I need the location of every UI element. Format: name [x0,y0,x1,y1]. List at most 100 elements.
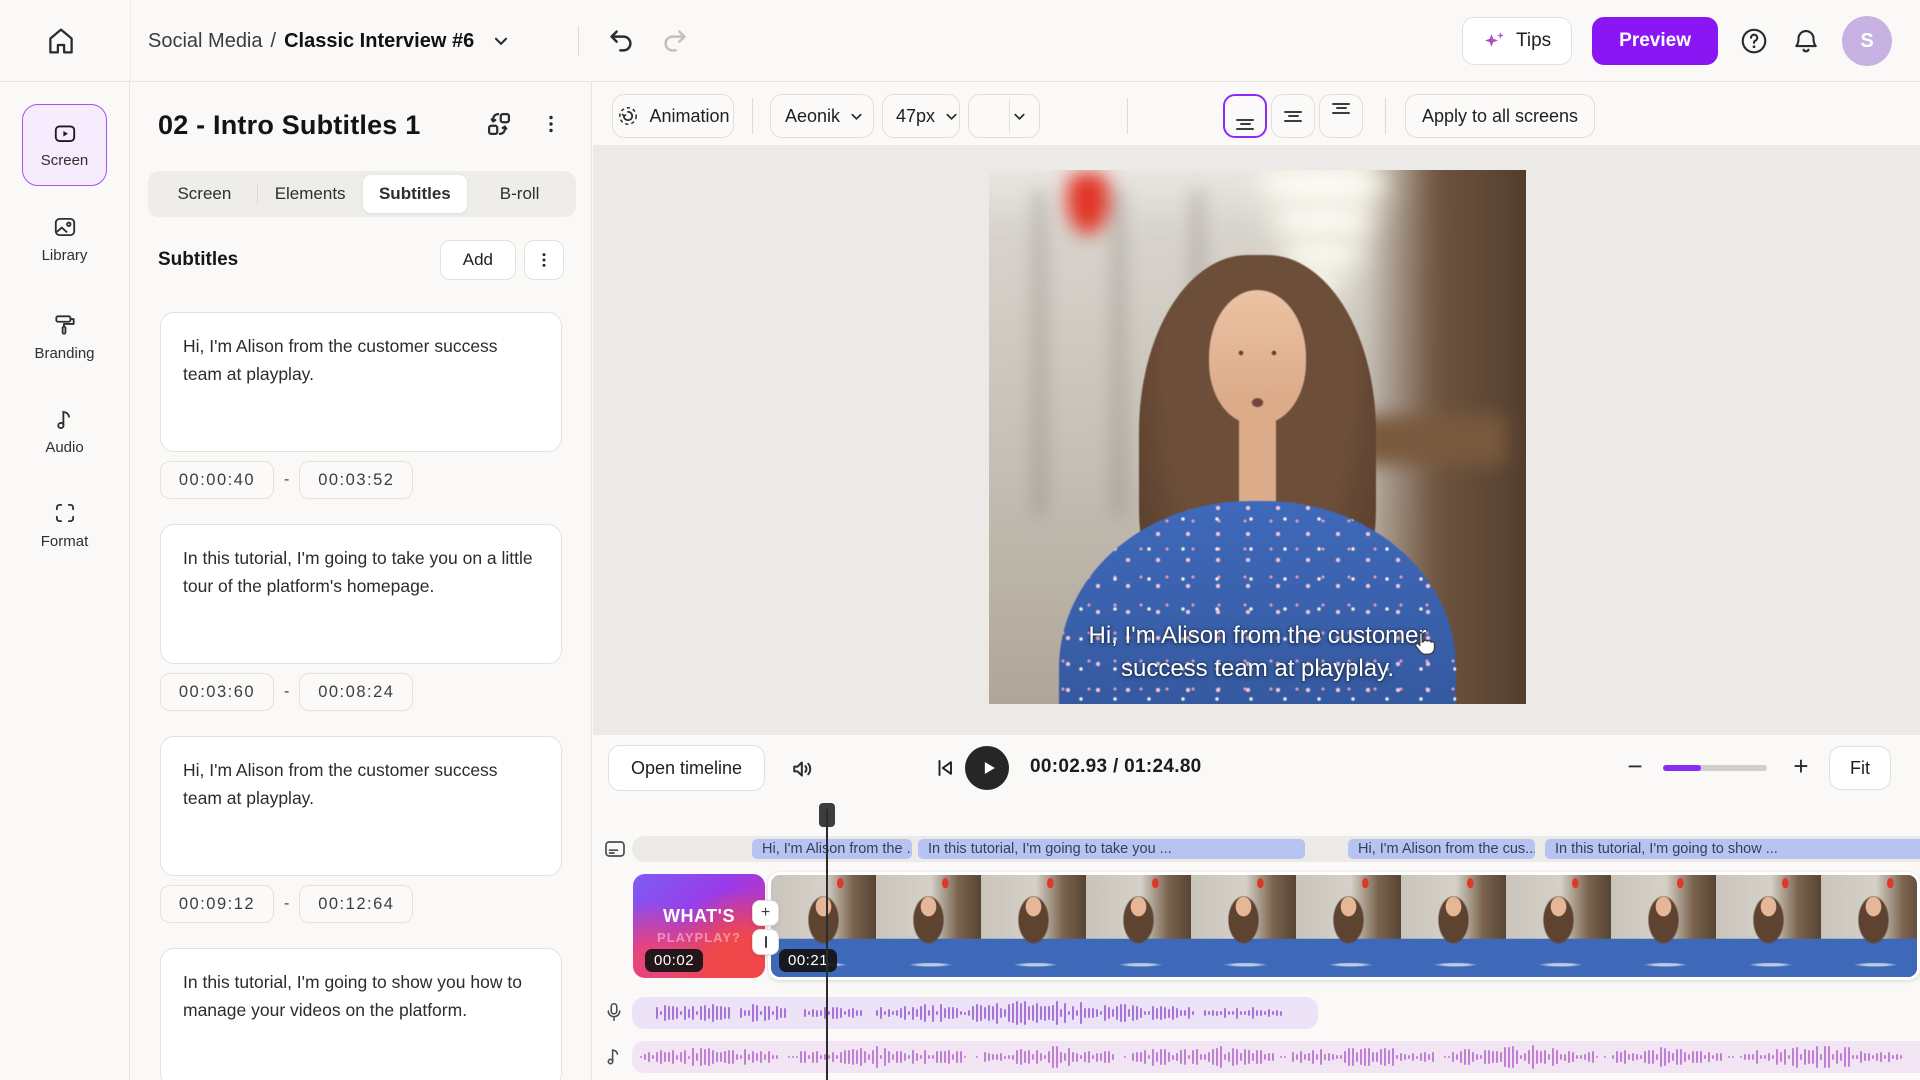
align-middle-button[interactable] [1271,94,1315,138]
divider [752,98,753,134]
notifications-bell-icon[interactable] [1790,25,1822,57]
breadcrumb-project[interactable]: Social Media [148,30,263,53]
divider [1385,98,1386,134]
tips-label: Tips [1516,30,1551,52]
subtitle-start-time[interactable]: 00:00:40 [160,461,274,499]
subtitle-text-card[interactable]: In this tutorial, I'm going to take you … [160,524,562,664]
open-timeline-button[interactable]: Open timeline [608,745,765,791]
sidebar-item-label: Screen [41,152,89,169]
tab-subtitles[interactable]: Subtitles [363,175,468,213]
timeline-subtitle-clip[interactable]: In this tutorial, I'm going to show ... [1545,839,1920,859]
subtitles-section-title: Subtitles [158,249,238,271]
playhead-line[interactable] [826,809,828,1080]
align-top-button[interactable] [1319,94,1363,138]
volume-icon[interactable] [789,755,817,781]
subtitle-card-list: Hi, I'm Alison from the customer success… [130,294,592,1080]
font-size-select[interactable]: 47px [882,94,960,138]
divider [578,26,579,56]
subtitle-end-time[interactable]: 00:03:52 [299,461,413,499]
clip-duration-badge: 00:02 [645,949,703,972]
sidebar-item-label: Branding [34,345,94,362]
align-bottom-icon [1236,119,1254,130]
video-preview[interactable]: Hi, I'm Alison from the customer success… [989,170,1526,704]
sidebar-item-audio[interactable]: Audio [0,406,129,456]
left-rail: Screen Library Branding Audio Format [0,82,130,1080]
home-icon[interactable] [44,24,78,58]
tab-screen[interactable]: Screen [152,175,257,213]
add-subtitle-button[interactable]: Add [440,240,516,280]
timeline-zoom-slider[interactable] [1663,765,1767,771]
font-family-select[interactable]: Aeonik [770,94,874,138]
align-bottom-button[interactable] [1223,94,1267,138]
page-title: 02 - Intro Subtitles 1 [158,110,420,141]
subtitle-text-card[interactable]: Hi, I'm Alison from the customer success… [160,736,562,876]
preview-button[interactable]: Preview [1592,17,1718,65]
library-icon [52,214,78,240]
kebab-menu-icon[interactable] [539,112,563,136]
video-frame-thumbnail [1401,875,1506,977]
subtitle-end-time[interactable]: 00:12:64 [299,885,413,923]
transition-button[interactable] [752,929,779,955]
divider [130,0,131,81]
sidebar-item-label: Library [42,247,88,264]
music-note-icon [52,406,78,432]
panel-tabs: Screen Elements Subtitles B-roll [148,171,576,217]
video-frame-thumbnail [1821,875,1917,977]
breadcrumb-separator: / [271,30,277,53]
top-bar: Social Media / Classic Interview #6 Tips… [0,0,1920,82]
screen-settings-panel: 02 - Intro Subtitles 1 Screen Elements S… [130,82,592,1080]
zoom-in-icon[interactable]: + [1789,754,1813,778]
tips-button[interactable]: Tips [1462,17,1572,65]
zoom-out-icon[interactable]: − [1623,755,1647,779]
tab-elements[interactable]: Elements [258,175,363,213]
timecode-display: 00:02.93 / 01:24.80 [1030,756,1202,778]
divider [1127,98,1128,134]
video-frame-thumbnail [1296,875,1401,977]
sidebar-item-screen[interactable]: Screen [22,104,107,186]
music-track-icon [603,1045,627,1069]
breadcrumb[interactable]: Social Media / Classic Interview #6 [148,0,510,82]
align-middle-icon [1284,111,1302,122]
subtitle-text-card[interactable]: Hi, I'm Alison from the customer success… [160,312,562,452]
timeline-subtitle-clip[interactable]: In this tutorial, I'm going to take you … [918,839,1305,859]
sidebar-item-format[interactable]: Format [0,500,129,550]
subtitle-start-time[interactable]: 00:03:60 [160,673,274,711]
paint-roller-icon [52,312,78,338]
avatar[interactable]: S [1842,16,1892,66]
timeline-subtitle-clip[interactable]: Hi, I'm Alison from the ... [752,839,912,859]
skip-to-start-icon[interactable] [933,756,957,780]
undo-icon[interactable] [606,26,636,56]
animation-button[interactable]: Animation [612,94,734,138]
chevron-down-icon [1012,109,1027,124]
main-video-clip[interactable] [768,872,1920,980]
align-top-icon [1332,103,1350,114]
timeline-subtitle-clip[interactable]: Hi, I'm Alison from the cus... [1348,839,1535,859]
insert-screen-button[interactable]: + [752,900,779,926]
play-button[interactable] [965,746,1009,790]
replace-screen-icon[interactable] [485,110,513,138]
playback-bar: Open timeline 00:02.93 / 01:24.80 − + Fi… [593,735,1920,801]
sidebar-item-label: Audio [45,439,83,456]
subtitle-start-time[interactable]: 00:09:12 [160,885,274,923]
hand-cursor-icon [1409,628,1439,658]
subtitle-end-time[interactable]: 00:08:24 [299,673,413,711]
breadcrumb-current[interactable]: Classic Interview #6 [284,30,474,53]
tab-b-roll[interactable]: B-roll [467,175,572,213]
video-frame-thumbnail [1716,875,1821,977]
animation-icon [616,104,640,128]
clip-duration-badge: 00:21 [779,949,837,972]
sidebar-item-branding[interactable]: Branding [0,312,129,362]
redo-icon[interactable] [660,26,690,56]
screen-icon [52,121,78,147]
chevron-down-icon [849,109,864,124]
burned-in-subtitle[interactable]: Hi, I'm Alison from the customer success… [989,619,1526,686]
subtitle-text-card[interactable]: In this tutorial, I'm going to show you … [160,948,562,1080]
text-color-select[interactable] [968,94,1040,138]
chevron-down-icon[interactable] [492,32,510,50]
sidebar-item-library[interactable]: Library [0,214,129,264]
subtitles-kebab-button[interactable] [524,240,564,280]
fit-button[interactable]: Fit [1829,746,1891,790]
apply-to-all-screens-button[interactable]: Apply to all screens [1405,94,1595,138]
voiceover-audio-track[interactable] [632,997,1318,1029]
help-icon[interactable] [1738,25,1770,57]
